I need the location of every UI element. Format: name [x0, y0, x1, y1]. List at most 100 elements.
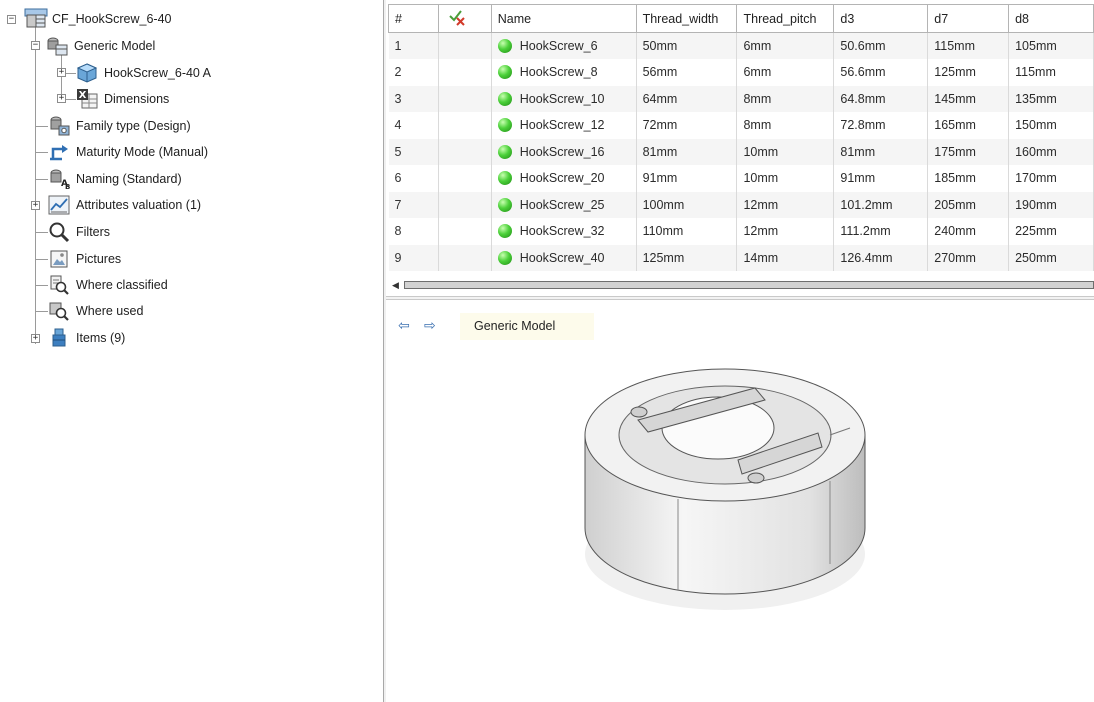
cell-status: [438, 191, 492, 218]
tree-label-dimensions: Dimensions: [104, 92, 170, 106]
table-row[interactable]: 2 HookScrew_8 56mm 6mm 56.6mm 125mm 115mm: [388, 59, 1094, 86]
expand-items-expander[interactable]: +: [31, 334, 40, 343]
back-arrow-icon[interactable]: ⇦: [398, 318, 418, 332]
cell-thread-pitch: 12mm: [736, 218, 835, 245]
table-row[interactable]: 9 HookScrew_40 125mm 14mm 126.4mm 270mm 250…: [388, 244, 1094, 271]
cell-thread-width: 81mm: [636, 138, 738, 165]
scrollbar-thumb[interactable]: [404, 281, 1094, 289]
column-header-number[interactable]: #: [388, 4, 439, 33]
collapse-generic-model-expander[interactable]: −: [31, 41, 40, 50]
cell-d8: 250mm: [1008, 244, 1094, 271]
forward-arrow-icon[interactable]: ⇨: [424, 318, 444, 332]
cell-d7: 115mm: [927, 32, 1010, 59]
expand-hookscrew-expander[interactable]: +: [57, 68, 66, 77]
cell-thread-pitch: 12mm: [736, 191, 835, 218]
cell-name: HookScrew_8: [491, 59, 637, 86]
tree-node-where-used[interactable]: Where used: [48, 298, 143, 324]
cell-thread-pitch: 10mm: [736, 138, 835, 165]
column-header-d3[interactable]: d3: [833, 4, 929, 33]
cell-thread-pitch: 8mm: [736, 85, 835, 112]
collapse-root-expander[interactable]: −: [7, 15, 16, 24]
column-header-thread-pitch[interactable]: Thread_pitch: [736, 4, 835, 33]
check-status-icon: [447, 10, 467, 29]
cell-name-text: HookScrew_25: [519, 197, 605, 212]
table-row[interactable]: 1 HookScrew_6 50mm 6mm 50.6mm 115mm 105mm: [388, 32, 1094, 59]
cell-name: HookScrew_16: [491, 138, 637, 165]
tree-connector: [36, 259, 48, 260]
column-header-d8[interactable]: d8: [1008, 4, 1094, 33]
catalog-icon: [24, 8, 48, 30]
tree-node-filters[interactable]: Filters: [48, 219, 110, 245]
tree-node-root[interactable]: CF_HookScrew_6-40: [24, 6, 172, 32]
column-header-d7[interactable]: d7: [927, 4, 1010, 33]
cell-d3: 126.4mm: [833, 244, 929, 271]
cell-name: HookScrew_25: [491, 191, 637, 218]
cell-name: HookScrew_12: [491, 112, 637, 139]
cell-status: [438, 112, 492, 139]
tree-connector: [36, 152, 48, 153]
tree-node-dimensions[interactable]: X Dimensions: [76, 86, 169, 112]
cell-d7: 165mm: [927, 112, 1010, 139]
catalog-tree: − − + + + + CF_HookScrew_6-40 Generic Mo…: [0, 0, 383, 702]
tree-connector: [36, 179, 48, 180]
column-header-thread-width[interactable]: Thread_width: [635, 4, 738, 33]
tree-node-hookscrew-a[interactable]: HookScrew_6-40 A: [76, 60, 211, 86]
cell-number: 9: [388, 244, 439, 271]
magnifier-icon: [48, 221, 70, 243]
tree-node-family-type[interactable]: Family type (Design): [48, 113, 191, 139]
cell-d3: 81mm: [833, 138, 929, 165]
cell-thread-width: 64mm: [636, 85, 738, 112]
cell-status: [438, 218, 492, 245]
cell-number: 5: [388, 138, 439, 165]
cell-d8: 170mm: [1008, 165, 1094, 192]
vertical-splitter[interactable]: [383, 0, 386, 702]
naming-icon: A B: [48, 168, 70, 191]
expand-dimensions-expander[interactable]: +: [57, 94, 66, 103]
maturity-arrow-icon: [48, 141, 70, 163]
table-row[interactable]: 8 HookScrew_32 110mm 12mm 111.2mm 240mm 225…: [388, 218, 1094, 245]
tree-node-items[interactable]: Items (9): [48, 325, 125, 351]
column-header-name[interactable]: Name: [490, 4, 637, 33]
cell-thread-width: 56mm: [636, 59, 738, 86]
tree-label-hookscrew-a: HookScrew_6-40 A: [104, 66, 212, 80]
tree-node-where-classified[interactable]: Where classified: [48, 272, 168, 298]
table-row[interactable]: 7 HookScrew_25 100mm 12mm 101.2mm 205mm 190…: [388, 191, 1094, 218]
tree-node-maturity[interactable]: Maturity Mode (Manual): [48, 139, 208, 165]
cell-name: HookScrew_10: [491, 85, 637, 112]
cell-name: HookScrew_40: [491, 244, 637, 271]
design-table: # Name Thread_width Thread_pitch d3 d7 d…: [388, 4, 1094, 274]
horizontal-splitter[interactable]: [386, 296, 1094, 300]
table-row[interactable]: 5 HookScrew_16 81mm 10mm 81mm 175mm 160mm: [388, 138, 1094, 165]
table-row[interactable]: 6 HookScrew_20 91mm 10mm 91mm 185mm 170mm: [388, 165, 1094, 192]
tree-node-naming[interactable]: A B Naming (Standard): [48, 166, 182, 192]
scroll-left-arrow-icon[interactable]: ◀: [392, 280, 402, 290]
tree-node-generic-model[interactable]: Generic Model: [46, 33, 155, 59]
cell-number: 3: [388, 85, 439, 112]
tree-node-attributes[interactable]: Attributes valuation (1): [48, 192, 201, 218]
attributes-chart-icon: [48, 194, 70, 216]
tree-label-where-classified: Where classified: [76, 278, 168, 292]
status-ok-icon: [497, 118, 512, 133]
tree-connector: [36, 126, 48, 127]
tree-node-pictures[interactable]: Pictures: [48, 246, 121, 272]
preview-breadcrumb: Generic Model: [460, 313, 594, 340]
tree-label-maturity: Maturity Mode (Manual): [76, 145, 208, 159]
cell-d8: 150mm: [1008, 112, 1094, 139]
tree-connector: [35, 26, 36, 344]
cell-status: [438, 244, 492, 271]
tree-label-family-type: Family type (Design): [76, 119, 191, 133]
status-ok-icon: [497, 65, 512, 80]
cell-name-text: HookScrew_16: [519, 144, 605, 159]
horizontal-scrollbar[interactable]: ◀: [392, 280, 1094, 290]
cell-number: 8: [388, 218, 439, 245]
cell-name-text: HookScrew_40: [519, 250, 605, 265]
column-header-status[interactable]: [437, 4, 492, 33]
cell-d3: 50.6mm: [833, 32, 929, 59]
cell-d7: 205mm: [927, 191, 1010, 218]
table-row[interactable]: 3 HookScrew_10 64mm 8mm 64.8mm 145mm 135mm: [388, 85, 1094, 112]
cell-d3: 64.8mm: [833, 85, 929, 112]
cell-d8: 225mm: [1008, 218, 1094, 245]
expand-attributes-expander[interactable]: +: [31, 201, 40, 210]
table-row[interactable]: 4 HookScrew_12 72mm 8mm 72.8mm 165mm 150mm: [388, 112, 1094, 139]
tree-label-naming: Naming (Standard): [76, 172, 182, 186]
